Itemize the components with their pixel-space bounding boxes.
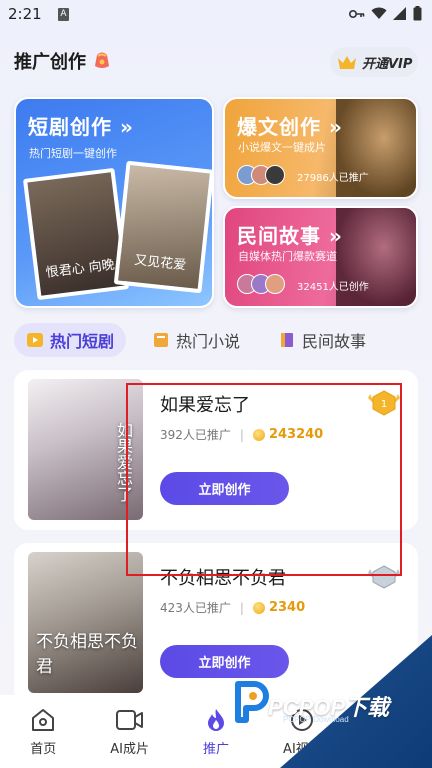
tab-hot-novel[interactable]: 热门小说 bbox=[140, 323, 252, 357]
page-title: 推广创作 bbox=[14, 52, 86, 73]
tab-folk-story[interactable]: 民间故事 bbox=[266, 323, 378, 357]
novel-card-title: 爆文创作 » bbox=[237, 115, 343, 139]
novel-creation-card[interactable]: 爆文创作 » 小说爆文一键成片 27986人已推广 bbox=[223, 97, 418, 199]
poster-caption: 又见花爱 bbox=[133, 253, 187, 274]
drama-card-title: 短剧创作 » bbox=[28, 115, 134, 139]
vip-label: 开通VIP bbox=[362, 56, 413, 72]
folk-card-subtitle: 自媒体热门爆款赛道 bbox=[238, 250, 337, 263]
nav-label: AI成片 bbox=[110, 742, 149, 757]
folk-card-title: 民间故事 » bbox=[237, 224, 343, 248]
signal-icon bbox=[393, 7, 406, 20]
status-bar: 2:21 A bbox=[0, 0, 432, 30]
avatar bbox=[265, 274, 285, 294]
avatar-group bbox=[237, 165, 285, 185]
novel-card-count: 27986人已推广 bbox=[297, 173, 369, 184]
wifi-icon bbox=[371, 7, 387, 19]
flame-icon bbox=[208, 709, 225, 731]
home-icon bbox=[32, 709, 55, 731]
tab-label: 热门短剧 bbox=[50, 332, 115, 351]
play-icon bbox=[27, 333, 43, 347]
battery-icon bbox=[413, 6, 422, 21]
avatar-group bbox=[237, 274, 285, 294]
tab-label: 热门小说 bbox=[176, 332, 241, 351]
create-now-button[interactable]: 立即创作 bbox=[160, 645, 289, 678]
novel-card-subtitle: 小说爆文一键成片 bbox=[238, 141, 326, 154]
poster-caption: 恨君心 向晚 bbox=[45, 257, 116, 281]
folk-card-count: 32451人已创作 bbox=[297, 282, 369, 293]
selection-highlight bbox=[126, 383, 402, 576]
watermark-subtext: PCPOP Download bbox=[283, 715, 349, 724]
avatar bbox=[265, 165, 285, 185]
drama-meta: 423人已推广 | 2340 bbox=[160, 599, 305, 616]
fortune-bag-icon bbox=[95, 52, 109, 68]
key-icon bbox=[349, 9, 365, 18]
watermark-logo bbox=[235, 681, 269, 723]
promoter-count: 423人已推广 bbox=[160, 601, 231, 615]
crown-icon bbox=[338, 56, 356, 69]
nav-home[interactable]: 首页 bbox=[0, 695, 86, 768]
video-icon bbox=[115, 710, 143, 730]
vip-button[interactable]: 开通VIP bbox=[330, 47, 418, 77]
coin-icon bbox=[252, 601, 265, 614]
coin-amount: 2340 bbox=[268, 600, 306, 615]
drama-creation-card[interactable]: 短剧创作 » 热门短剧一键创作 恨君心 向晚 又见花爱 bbox=[14, 97, 214, 308]
divider: | bbox=[239, 600, 244, 615]
nav-label: 推广 bbox=[203, 742, 230, 757]
tab-label: 民间故事 bbox=[302, 332, 367, 351]
cover-caption: 不负相思不负君 bbox=[36, 632, 138, 677]
story-book-icon bbox=[281, 333, 294, 347]
book-icon bbox=[154, 333, 169, 347]
drama-poster: 又见花爱 bbox=[113, 160, 212, 294]
nav-ai-film[interactable]: AI成片 bbox=[86, 695, 172, 768]
category-tabs: 热门短剧 热门小说 民间故事 bbox=[14, 323, 418, 357]
tab-hot-drama[interactable]: 热门短剧 bbox=[14, 323, 127, 357]
nav-label: 首页 bbox=[30, 742, 57, 757]
folk-story-card[interactable]: 民间故事 » 自媒体热门爆款赛道 32451人已创作 bbox=[223, 206, 418, 308]
notification-icon: A bbox=[58, 8, 69, 21]
drama-card-subtitle: 热门短剧一键创作 bbox=[29, 147, 117, 160]
status-icons bbox=[349, 6, 422, 21]
status-time: 2:21 bbox=[8, 5, 42, 23]
